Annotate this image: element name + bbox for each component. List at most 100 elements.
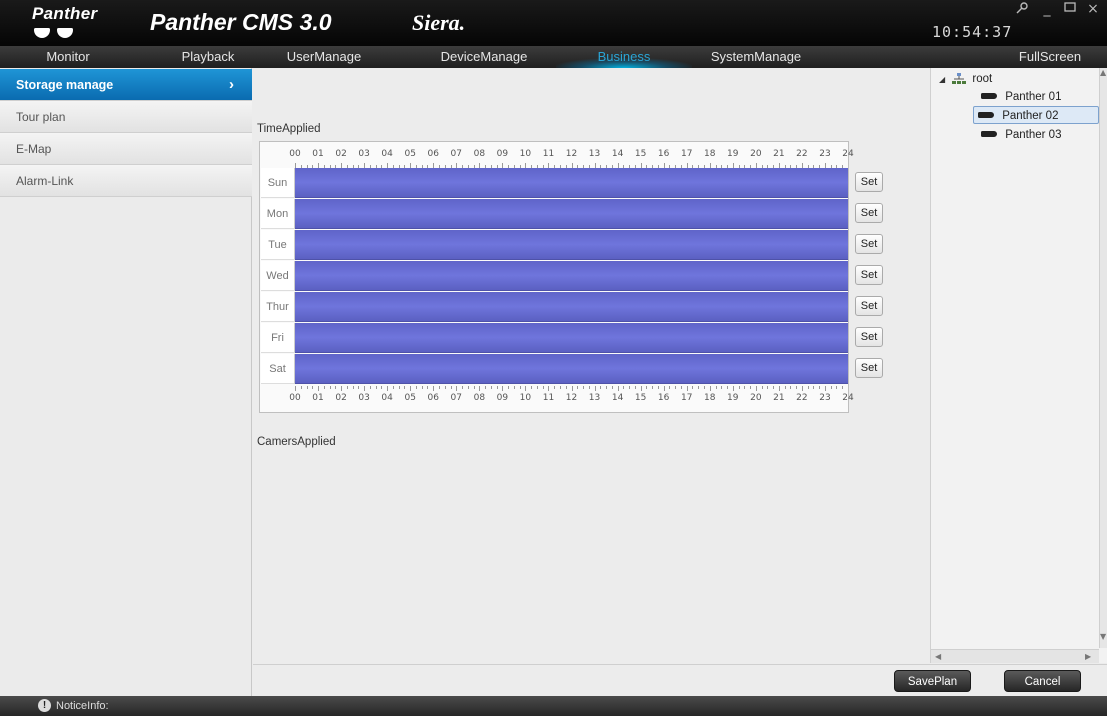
expand-triangle-icon[interactable]: ◢ bbox=[939, 71, 949, 89]
nav-systemmanage[interactable]: SystemManage bbox=[698, 46, 814, 68]
set-button-mon[interactable]: Set bbox=[855, 203, 883, 223]
sidebar-item-tour-plan[interactable]: Tour plan bbox=[0, 101, 252, 133]
day-schedule-bar-sun[interactable] bbox=[295, 168, 848, 198]
nav-monitor[interactable]: Monitor bbox=[20, 46, 116, 68]
hour-tick-mark bbox=[392, 386, 394, 389]
hour-tick-mark bbox=[646, 386, 648, 389]
clock-display: 10:54:37 bbox=[932, 23, 1013, 41]
tree-device-panther-03[interactable]: Panther 03 bbox=[977, 126, 1065, 144]
hour-tick-mark bbox=[686, 386, 688, 391]
tree-device-label: Panther 01 bbox=[1005, 91, 1062, 103]
tree-device-panther-01[interactable]: Panther 01 bbox=[977, 88, 1065, 106]
nav-usermanage[interactable]: UserManage bbox=[276, 46, 372, 68]
hour-tick-mark bbox=[479, 386, 481, 391]
hour-tick-mark bbox=[761, 386, 763, 389]
hour-tick-mark bbox=[755, 386, 757, 391]
scroll-left-icon[interactable]: ◀ bbox=[935, 652, 941, 661]
hour-tick-mark bbox=[652, 386, 654, 389]
hour-tick-label: 21 bbox=[773, 149, 785, 159]
panther-logo-text: Panther bbox=[32, 4, 98, 23]
hour-tick-mark bbox=[819, 386, 821, 389]
tree-root-node[interactable]: ◢ root bbox=[939, 70, 992, 88]
hour-tick-mark bbox=[450, 386, 452, 389]
hour-tick-mark bbox=[744, 386, 746, 389]
hour-tick-mark bbox=[559, 386, 561, 389]
hour-tick-mark bbox=[629, 386, 631, 389]
day-label-thur: Thur bbox=[261, 292, 295, 322]
title-bar: Panther Panther CMS 3.0 Siera. 10:54:37 … bbox=[0, 0, 1107, 46]
set-button-sat[interactable]: Set bbox=[855, 358, 883, 378]
maximize-button[interactable] bbox=[1061, 1, 1079, 19]
scroll-right-icon[interactable]: ▶ bbox=[1085, 652, 1091, 661]
set-button-fri[interactable]: Set bbox=[855, 327, 883, 347]
tree-vertical-scrollbar[interactable]: ▲ ▼ bbox=[1099, 68, 1107, 648]
sidebar-item-e-map[interactable]: E-Map bbox=[0, 133, 252, 165]
nav-playback[interactable]: Playback bbox=[160, 46, 256, 68]
weekly-schedule-grid: 00 01 02 03 04 05 06 07 08 09 10 11 12 13 14 15 16 17 18 19… bbox=[259, 141, 854, 413]
day-schedule-bar-wed[interactable] bbox=[295, 261, 848, 291]
minimize-button[interactable]: _ bbox=[1038, 1, 1056, 19]
hour-tick-mark bbox=[381, 386, 383, 389]
hour-tick-label: 09 bbox=[496, 149, 509, 159]
hour-tick-mark bbox=[842, 386, 844, 389]
hour-tick-mark bbox=[444, 386, 446, 389]
hour-tick-mark bbox=[611, 386, 613, 389]
hour-tick-mark bbox=[790, 386, 792, 389]
nav-business[interactable]: Business bbox=[576, 46, 672, 68]
action-bar: SavePlan Cancel bbox=[253, 664, 1107, 696]
hour-tick-mark bbox=[312, 386, 314, 389]
hour-tick-mark bbox=[623, 386, 625, 389]
hour-tick-label: 08 bbox=[473, 393, 486, 403]
hour-tick-mark bbox=[594, 386, 596, 391]
set-button-thur[interactable]: Set bbox=[855, 296, 883, 316]
hour-tick-mark bbox=[410, 386, 412, 391]
day-label-fri: Fri bbox=[261, 323, 295, 353]
hour-tick-mark bbox=[462, 386, 464, 389]
hour-tick-mark bbox=[698, 386, 700, 389]
cancel-button[interactable]: Cancel bbox=[1004, 670, 1081, 692]
day-schedule-bar-tue[interactable] bbox=[295, 230, 848, 260]
hour-tick-label: 08 bbox=[473, 149, 486, 159]
day-schedule-bar-fri[interactable] bbox=[295, 323, 848, 353]
settings-key-icon[interactable] bbox=[1013, 1, 1031, 19]
sidebar-item-label: Storage manage bbox=[16, 78, 114, 92]
sidebar-item-storage-manage[interactable]: Storage manage › bbox=[0, 69, 252, 101]
day-schedule-bar-thur[interactable] bbox=[295, 292, 848, 322]
notice-shield-icon: ! bbox=[38, 699, 51, 712]
hour-tick-label: 22 bbox=[796, 393, 808, 403]
sidebar-item-alarm-link[interactable]: Alarm-Link bbox=[0, 165, 252, 197]
scroll-up-icon[interactable]: ▲ bbox=[1100, 68, 1106, 77]
close-button[interactable]: × bbox=[1084, 1, 1102, 19]
hour-tick-mark bbox=[473, 386, 475, 389]
hour-tick-mark bbox=[456, 386, 458, 391]
hour-tick-label: 05 bbox=[404, 393, 416, 403]
hour-tick-mark bbox=[583, 386, 585, 389]
save-plan-button[interactable]: SavePlan bbox=[894, 670, 971, 692]
hour-tick-label: 10 bbox=[519, 149, 532, 159]
day-schedule-bar-sat[interactable] bbox=[295, 354, 848, 384]
hour-tick-mark bbox=[824, 386, 826, 391]
hour-tick-mark bbox=[358, 386, 360, 389]
tree-root-label: root bbox=[972, 73, 993, 85]
tree-device-panther-02[interactable]: Panther 02 bbox=[973, 106, 1099, 124]
tree-horizontal-scrollbar[interactable]: ◀ ▶ bbox=[931, 649, 1099, 663]
nav-devicemanage[interactable]: DeviceManage bbox=[426, 46, 542, 68]
hour-tick-label: 02 bbox=[335, 393, 347, 403]
set-button-sun[interactable]: Set bbox=[855, 172, 883, 192]
hour-tick-label: 04 bbox=[381, 149, 393, 159]
hour-tick-label: 01 bbox=[312, 393, 324, 403]
hour-tick-label: 22 bbox=[796, 149, 808, 159]
set-button-tue[interactable]: Set bbox=[855, 234, 883, 254]
day-schedule-bar-mon[interactable] bbox=[295, 199, 848, 229]
hour-tick-mark bbox=[796, 386, 798, 389]
hour-tick-mark bbox=[525, 386, 527, 391]
hour-tick-mark bbox=[404, 386, 406, 389]
scroll-down-icon[interactable]: ▼ bbox=[1100, 632, 1106, 641]
nav-fullscreen[interactable]: FullScreen bbox=[1000, 46, 1100, 68]
hour-tick-mark bbox=[732, 386, 734, 391]
set-button-wed[interactable]: Set bbox=[855, 265, 883, 285]
hour-tick-label: 11 bbox=[542, 149, 555, 159]
hour-tick-mark bbox=[439, 386, 440, 389]
hour-tick-mark bbox=[836, 386, 838, 389]
hour-tick-mark bbox=[767, 386, 769, 389]
